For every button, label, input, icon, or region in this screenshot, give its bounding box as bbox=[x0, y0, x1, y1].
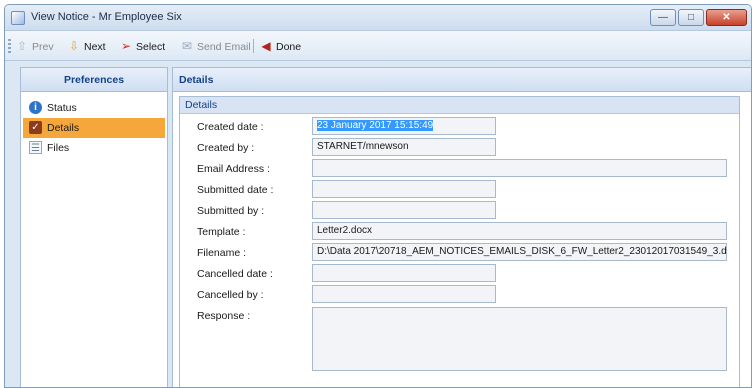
template-field[interactable]: Letter2.docx bbox=[312, 222, 727, 240]
window-title: View Notice - Mr Employee Six bbox=[31, 11, 182, 23]
created-date-field[interactable]: 23 January 2017 15:15:49 bbox=[312, 117, 496, 135]
close-icon: ✕ bbox=[722, 12, 731, 23]
template-label: Template : bbox=[197, 226, 246, 238]
toolbar-grip bbox=[8, 39, 11, 53]
minimize-icon: — bbox=[658, 12, 668, 23]
maximize-button[interactable]: □ bbox=[678, 9, 704, 26]
created-by-field[interactable]: STARNET/mnewson bbox=[312, 138, 496, 156]
select-button[interactable]: ➢ Select bbox=[119, 38, 165, 54]
minimize-button[interactable]: — bbox=[650, 9, 676, 26]
created-date-label: Created date : bbox=[197, 121, 264, 133]
nav-item-label: Details bbox=[47, 122, 80, 134]
done-button[interactable]: ◀ Done bbox=[259, 38, 301, 54]
cancelled-by-label: Cancelled by : bbox=[197, 289, 264, 301]
email-address-label: Email Address : bbox=[197, 163, 270, 175]
nav-item-label: Files bbox=[47, 142, 70, 154]
pin-icon: ➢ bbox=[120, 39, 132, 53]
files-icon: ☰ bbox=[29, 141, 42, 154]
response-label: Response : bbox=[197, 310, 251, 322]
preferences-header: Preferences bbox=[21, 68, 167, 92]
response-field[interactable] bbox=[312, 307, 727, 371]
toolbar-separator bbox=[253, 39, 254, 53]
nav-item-details[interactable]: ✓ Details bbox=[23, 118, 165, 138]
details-group: Details Created date : 23 January 2017 1… bbox=[179, 96, 740, 387]
filename-label: Filename : bbox=[197, 247, 247, 259]
send-email-button[interactable]: ✉ Send Email bbox=[180, 38, 251, 54]
cancelled-by-field[interactable] bbox=[312, 285, 496, 303]
info-icon: i bbox=[29, 101, 42, 114]
app-icon bbox=[11, 11, 25, 25]
next-button[interactable]: ⇩ Next bbox=[67, 38, 106, 54]
maximize-icon: □ bbox=[687, 12, 695, 23]
submitted-by-label: Submitted by : bbox=[197, 205, 265, 217]
nav-item-label: Status bbox=[47, 102, 77, 114]
done-label: Done bbox=[276, 41, 302, 53]
details-header: Details bbox=[173, 68, 751, 92]
submitted-date-label: Submitted date : bbox=[197, 184, 274, 196]
send-email-label: Send Email bbox=[197, 41, 251, 53]
details-group-title: Details bbox=[180, 97, 739, 114]
submitted-by-field[interactable] bbox=[312, 201, 496, 219]
cancelled-date-field[interactable] bbox=[312, 264, 496, 282]
created-by-label: Created by : bbox=[197, 142, 255, 154]
prev-button[interactable]: ⇧ Prev bbox=[15, 38, 54, 54]
notice-window: View Notice - Mr Employee Six — □ ✕ ⇧ Pre… bbox=[4, 4, 752, 388]
details-panel: Details Details Created date : 23 Januar… bbox=[172, 67, 751, 387]
next-label: Next bbox=[84, 41, 106, 53]
select-label: Select bbox=[136, 41, 166, 53]
up-arrow-icon: ⇧ bbox=[16, 39, 28, 53]
cancelled-date-label: Cancelled date : bbox=[197, 268, 273, 280]
envelope-icon: ✉ bbox=[181, 39, 193, 53]
toolbar: ⇧ Prev ⇩ Next ➢ Select ✉ Send Email ◀ Done bbox=[5, 31, 751, 61]
preferences-panel: Preferences i Status ✓ Details ☰ Files bbox=[20, 67, 168, 387]
close-button[interactable]: ✕ bbox=[706, 9, 747, 26]
nav-item-status[interactable]: i Status bbox=[23, 98, 165, 118]
nav-item-files[interactable]: ☰ Files bbox=[23, 138, 165, 158]
prev-label: Prev bbox=[32, 41, 54, 53]
details-icon: ✓ bbox=[29, 121, 42, 134]
created-date-value: 23 January 2017 15:15:49 bbox=[317, 120, 434, 131]
title-bar: View Notice - Mr Employee Six — □ ✕ bbox=[5, 5, 751, 31]
filename-field[interactable]: D:\Data 2017\20718_AEM_NOTICES_EMAILS_DI… bbox=[312, 243, 727, 261]
exit-door-icon: ◀ bbox=[261, 39, 271, 53]
submitted-date-field[interactable] bbox=[312, 180, 496, 198]
down-arrow-icon: ⇩ bbox=[68, 39, 80, 53]
email-address-field[interactable] bbox=[312, 159, 727, 177]
